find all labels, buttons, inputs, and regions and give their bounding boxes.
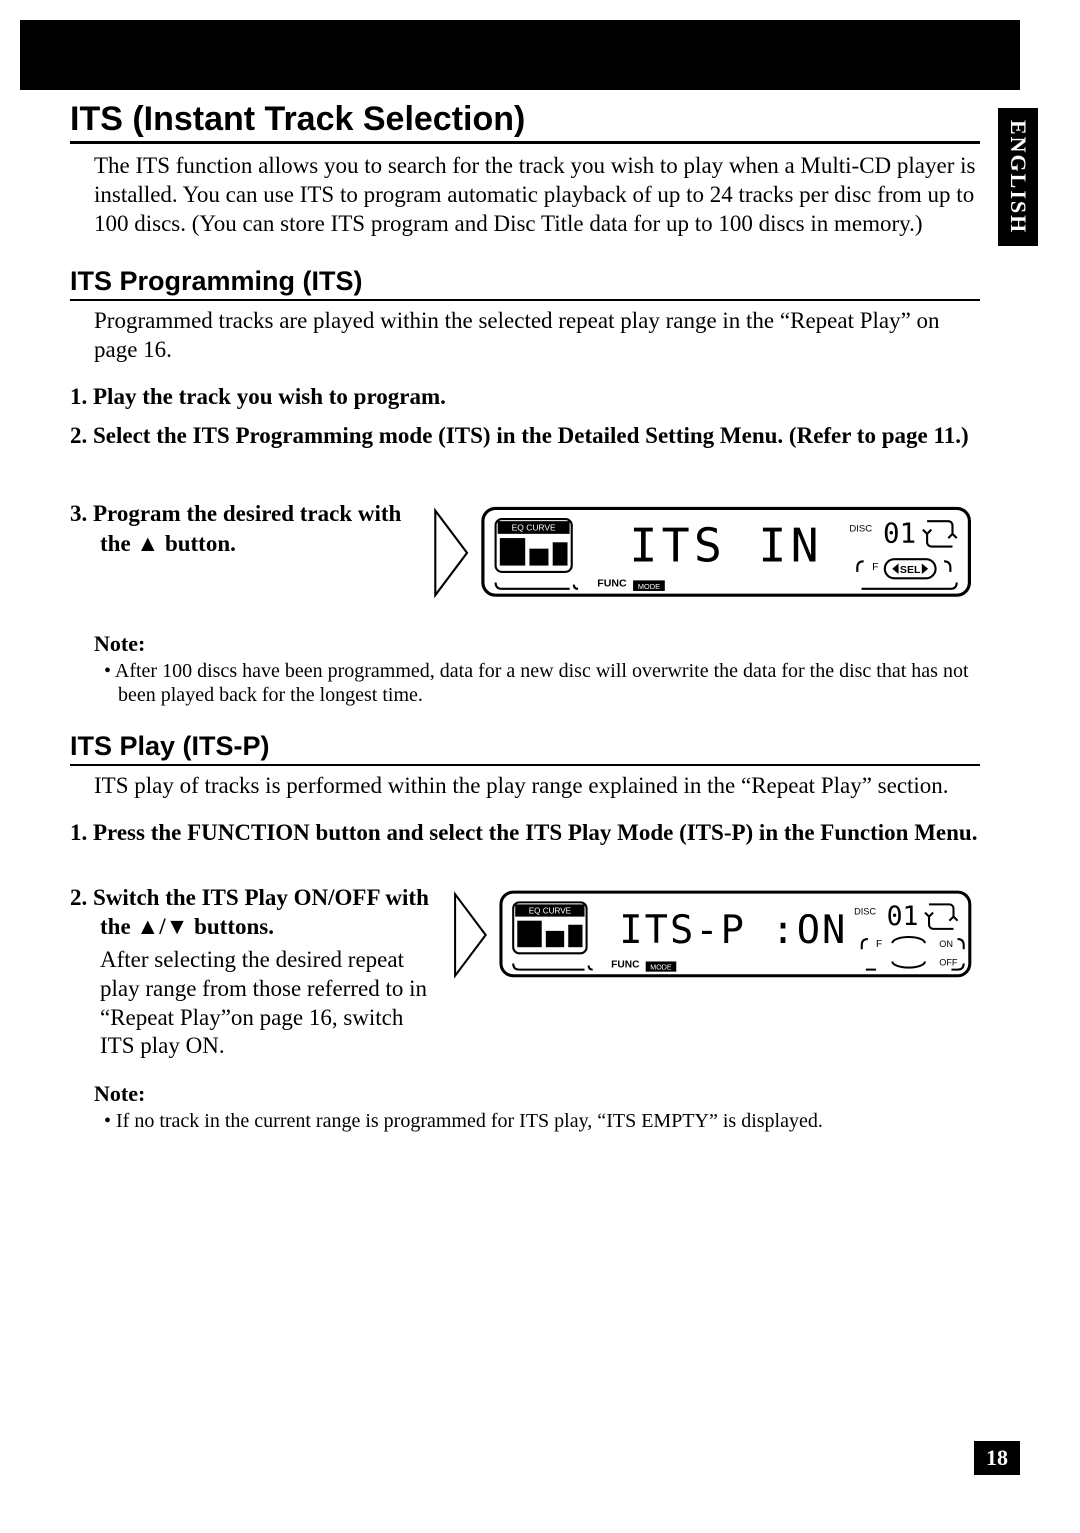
disc-num: 01 [887,900,919,931]
display-figure-its-in: EQ CURVE FUNC MODE ITS IN DISC 01 [430,500,980,611]
triangle-down-icon: ▼ [166,913,189,939]
display-figure-its-p: EQ CURVE FUNC MODE ITS-P :ON DISC 01 F [450,884,980,991]
section-intro-its-play: ITS play of tracks is performed within t… [94,772,980,801]
triangle-up-icon: ▲ [136,913,159,939]
header-bar [20,20,1020,90]
disc-label: DISC [849,524,872,535]
note-label-1: Note: [94,631,980,657]
step-2-play: 2. Switch the ITS Play ON/OFF with the ▲… [70,884,430,943]
disc-label: DISC [854,906,876,916]
eq-curve-label: EQ CURVE [512,523,556,533]
display-main-text: ITS-P :ON [619,908,847,953]
func-label: FUNC [597,578,627,590]
eq-curve-label: EQ CURVE [529,906,572,915]
disc-num: 01 [883,518,916,550]
off-label: OFF [939,957,958,967]
f-label: F [876,939,882,950]
step-2-post: buttons. [188,914,274,939]
mode-label: MODE [650,963,672,971]
f-label: F [872,561,879,573]
step-2-program: 2. Select the ITS Programming mode (ITS)… [70,422,980,451]
page-content: ITS (Instant Track Selection) The ITS fu… [70,100,980,1133]
step-3-post: button. [159,531,236,556]
triangle-up-icon: ▲ [136,530,159,556]
note-item-1: • After 100 discs have been programmed, … [118,659,980,707]
step-2-after: After selecting the desired repeat play … [100,946,430,1061]
func-label: FUNC [611,959,640,970]
display-main-text: ITS IN [629,519,822,573]
section-heading-its-programming: ITS Programming (ITS) [70,266,980,301]
section-intro-its: The ITS function allows you to search fo… [94,152,980,238]
step-1-play: 1. Press the FUNCTION button and select … [70,819,980,848]
language-tab: ENGLISH [998,108,1038,246]
page-number: 18 [974,1441,1020,1475]
note-label-2: Note: [94,1081,980,1107]
step-1-program: 1. Play the track you wish to program. [70,383,980,412]
section-heading-its: ITS (Instant Track Selection) [70,100,980,144]
mode-label: MODE [638,582,660,591]
section-intro-its-programming: Programmed tracks are played within the … [94,307,980,365]
step-3-program: 3. Program the desired track with the ▲ … [70,500,410,559]
sel-label: SEL [900,564,921,576]
on-label: ON [939,939,953,949]
section-heading-its-play: ITS Play (ITS-P) [70,731,980,766]
note-item-2: • If no track in the current range is pr… [118,1109,980,1133]
